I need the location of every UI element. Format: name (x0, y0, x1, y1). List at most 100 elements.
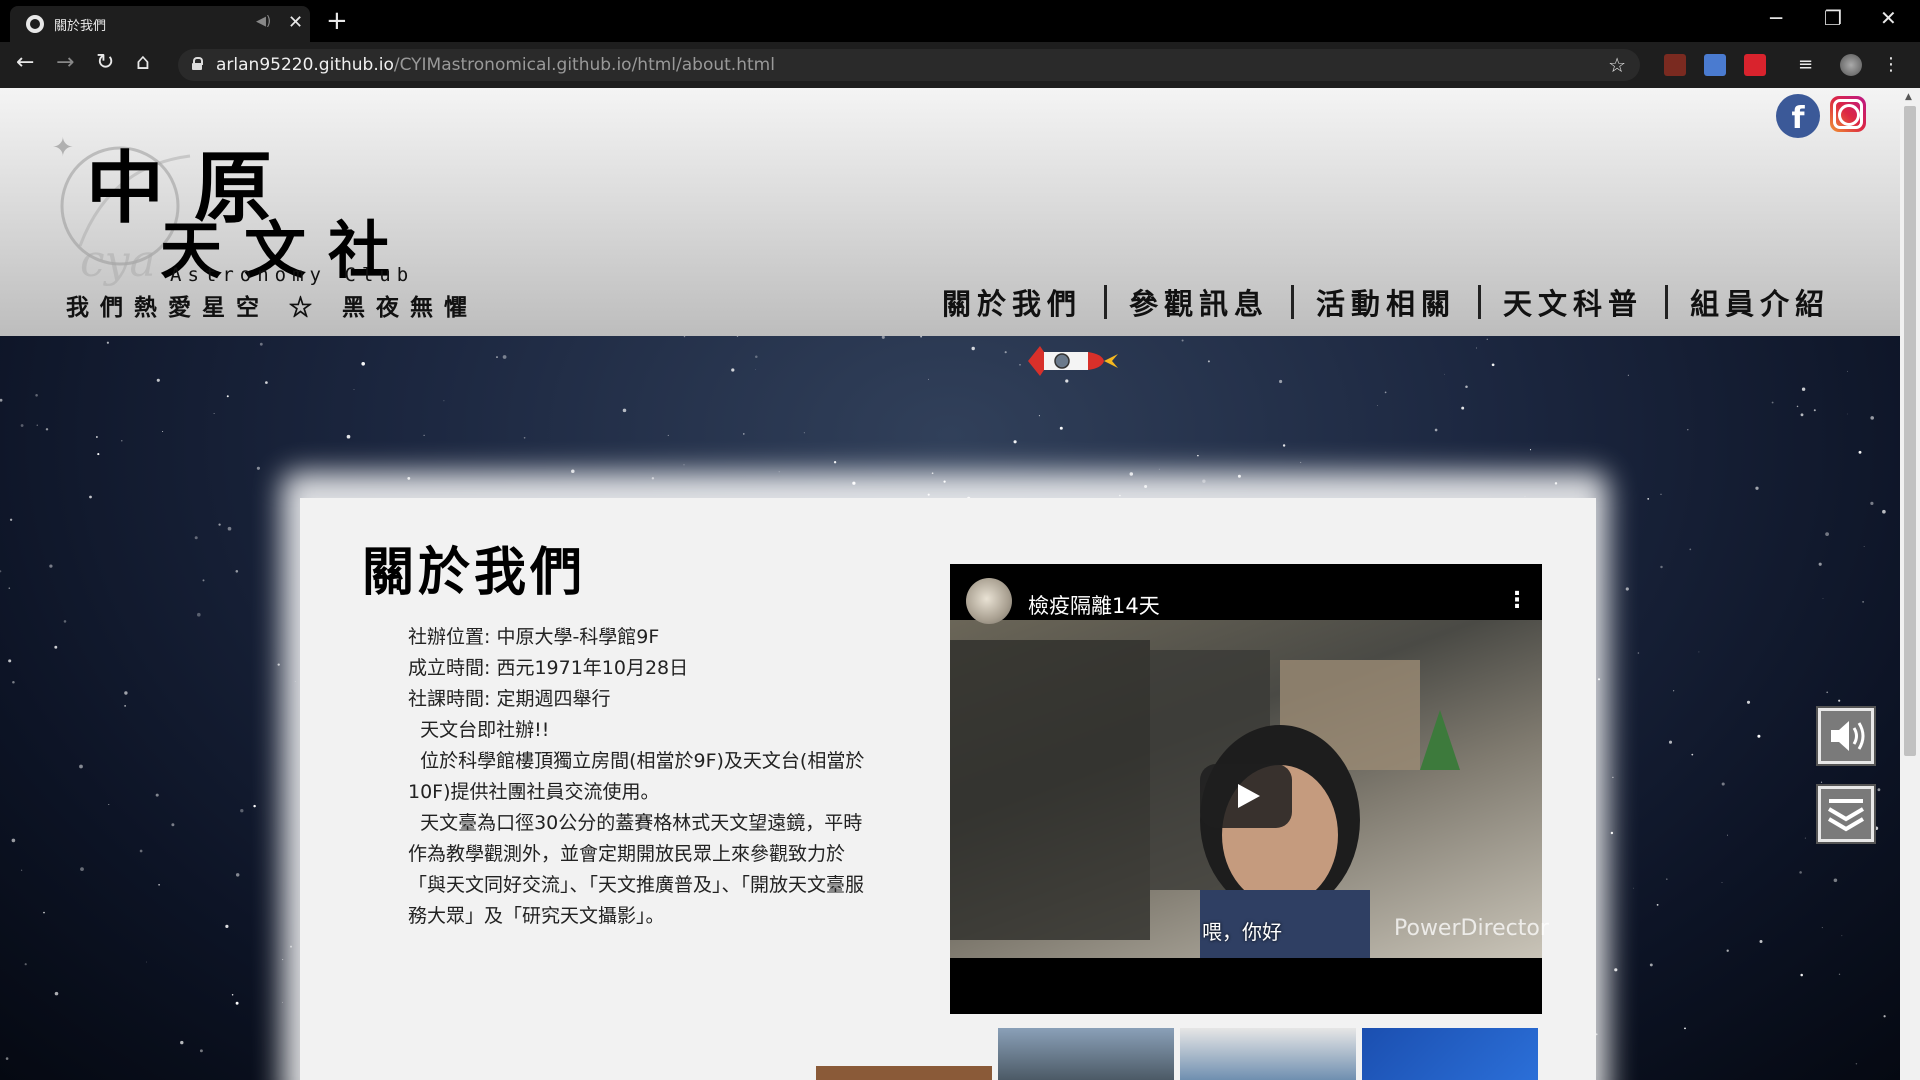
gallery-thumbnail[interactable] (1362, 1028, 1538, 1080)
star (928, 378, 929, 380)
menu-down-icon (1827, 799, 1865, 832)
star (1279, 379, 1283, 384)
star (265, 381, 268, 384)
instagram-icon[interactable] (1830, 96, 1866, 132)
star (24, 963, 27, 966)
star (667, 434, 669, 436)
about-line: 位於科學館樓頂獨立房間(相當於9F)及天文台(相當於10F)提供社團社員交流使用… (408, 750, 865, 803)
back-button[interactable]: ← (16, 50, 34, 75)
star (197, 612, 201, 617)
star (803, 432, 805, 434)
sound-toggle-button[interactable] (1818, 708, 1874, 764)
star (226, 395, 229, 398)
bookmark-star-icon[interactable]: ☆ (1608, 53, 1626, 77)
reload-button[interactable]: ↻ (96, 50, 114, 75)
play-button[interactable] (1200, 764, 1292, 828)
home-button[interactable]: ⌂ (136, 50, 150, 75)
tab-audio-icon[interactable]: ◀) (256, 14, 271, 29)
url-host: arlan95220.github.io (216, 55, 394, 75)
star (1746, 700, 1751, 704)
gallery-thumbnail[interactable] (816, 1066, 992, 1080)
star (1627, 374, 1629, 376)
scrollbar-thumb[interactable] (1904, 106, 1916, 756)
nav-item-about[interactable]: 關於我們 (920, 281, 1104, 323)
star (1847, 370, 1848, 372)
star (423, 434, 425, 437)
star (1461, 406, 1465, 410)
star (171, 823, 175, 827)
svg-text:✦: ✦ (52, 133, 74, 163)
star (20, 869, 23, 871)
page-scrollbar[interactable]: ▲ (1900, 88, 1920, 1080)
star (1004, 351, 1007, 354)
browser-tab-active[interactable]: 關於我們 ◀) ✕ (10, 6, 310, 42)
gallery-thumbnail[interactable] (1180, 1028, 1356, 1080)
star (1038, 415, 1040, 417)
star (1376, 405, 1378, 406)
page-viewport: ✦ cya 中原 天文社 Astronomy Club 我們熱愛星空 ☆ 黑夜無… (0, 88, 1900, 1080)
about-line: 成立時間: 西元1971年10月28日 (408, 657, 689, 679)
gallery-thumbnail[interactable] (998, 1028, 1174, 1080)
star (833, 461, 837, 464)
address-bar[interactable]: arlan95220.github.io/CYIMastronomical.gi… (178, 49, 1640, 81)
channel-avatar[interactable] (966, 578, 1012, 624)
close-window-button[interactable]: ✕ (1880, 6, 1897, 30)
facebook-icon[interactable]: f (1776, 94, 1820, 138)
star (1838, 973, 1841, 975)
star (54, 645, 58, 649)
minimize-button[interactable]: ─ (1770, 6, 1782, 30)
star (124, 691, 128, 695)
video-more-icon[interactable]: ⋮ (1506, 588, 1528, 613)
star (683, 335, 686, 338)
star (54, 991, 59, 996)
translate-extension-icon[interactable] (1704, 54, 1726, 76)
video-title[interactable]: 檢疫隔離14天 (1028, 590, 1160, 620)
menu-kebab-icon[interactable]: ⋮ (1882, 54, 1904, 76)
star (1656, 903, 1659, 906)
restore-button[interactable]: ❐ (1824, 6, 1842, 30)
star (202, 579, 205, 582)
site-slogan: 我們熱愛星空 ☆ 黑夜無懼 (66, 294, 479, 321)
star (1883, 1015, 1886, 1018)
profile-avatar[interactable] (1840, 54, 1862, 76)
page-title: 關於我們 (362, 542, 587, 603)
star (1726, 834, 1729, 836)
about-description: 社辦位置: 中原大學-科學館9F 成立時間: 西元1971年10月28日 社課時… (408, 622, 878, 932)
video-extension-icon[interactable] (1744, 54, 1766, 76)
star (346, 434, 351, 439)
media-control-icon[interactable]: ≡ (1798, 54, 1820, 76)
star (235, 1001, 239, 1005)
youtube-video-embed[interactable]: 檢疫隔離14天 ⋮ 喂，你好 PowerDirector (950, 564, 1549, 1014)
star (1818, 562, 1822, 566)
star (1822, 597, 1824, 599)
lock-icon[interactable] (192, 57, 203, 70)
star (235, 873, 240, 877)
star (1614, 968, 1618, 972)
speaker-icon (1831, 721, 1865, 751)
star (1799, 871, 1802, 874)
star (361, 362, 366, 366)
star (89, 495, 92, 499)
star (97, 453, 100, 456)
scroll-up-arrow-icon[interactable]: ▲ (1905, 92, 1912, 102)
star (199, 1049, 203, 1053)
star (1476, 347, 1477, 349)
forward-button[interactable]: → (56, 50, 74, 75)
star (259, 342, 263, 346)
nav-item-science[interactable]: 天文科普 (1481, 281, 1665, 323)
star (1197, 454, 1199, 457)
tab-close-icon[interactable]: ✕ (288, 12, 303, 33)
star (496, 356, 498, 358)
new-tab-button[interactable]: + (326, 6, 348, 36)
star (1384, 391, 1387, 394)
star (881, 335, 885, 339)
nav-item-members[interactable]: 組員介紹 (1668, 281, 1852, 323)
nav-item-visit[interactable]: 參觀訊息 (1107, 281, 1291, 323)
nav-item-activities[interactable]: 活動相關 (1294, 281, 1478, 323)
star (1444, 373, 1446, 375)
star (353, 389, 355, 390)
star (80, 867, 84, 871)
pdf-extension-icon[interactable] (1664, 54, 1686, 76)
scroll-down-button[interactable] (1818, 786, 1874, 842)
url-text[interactable]: arlan95220.github.io/CYIMastronomical.gi… (216, 55, 775, 75)
